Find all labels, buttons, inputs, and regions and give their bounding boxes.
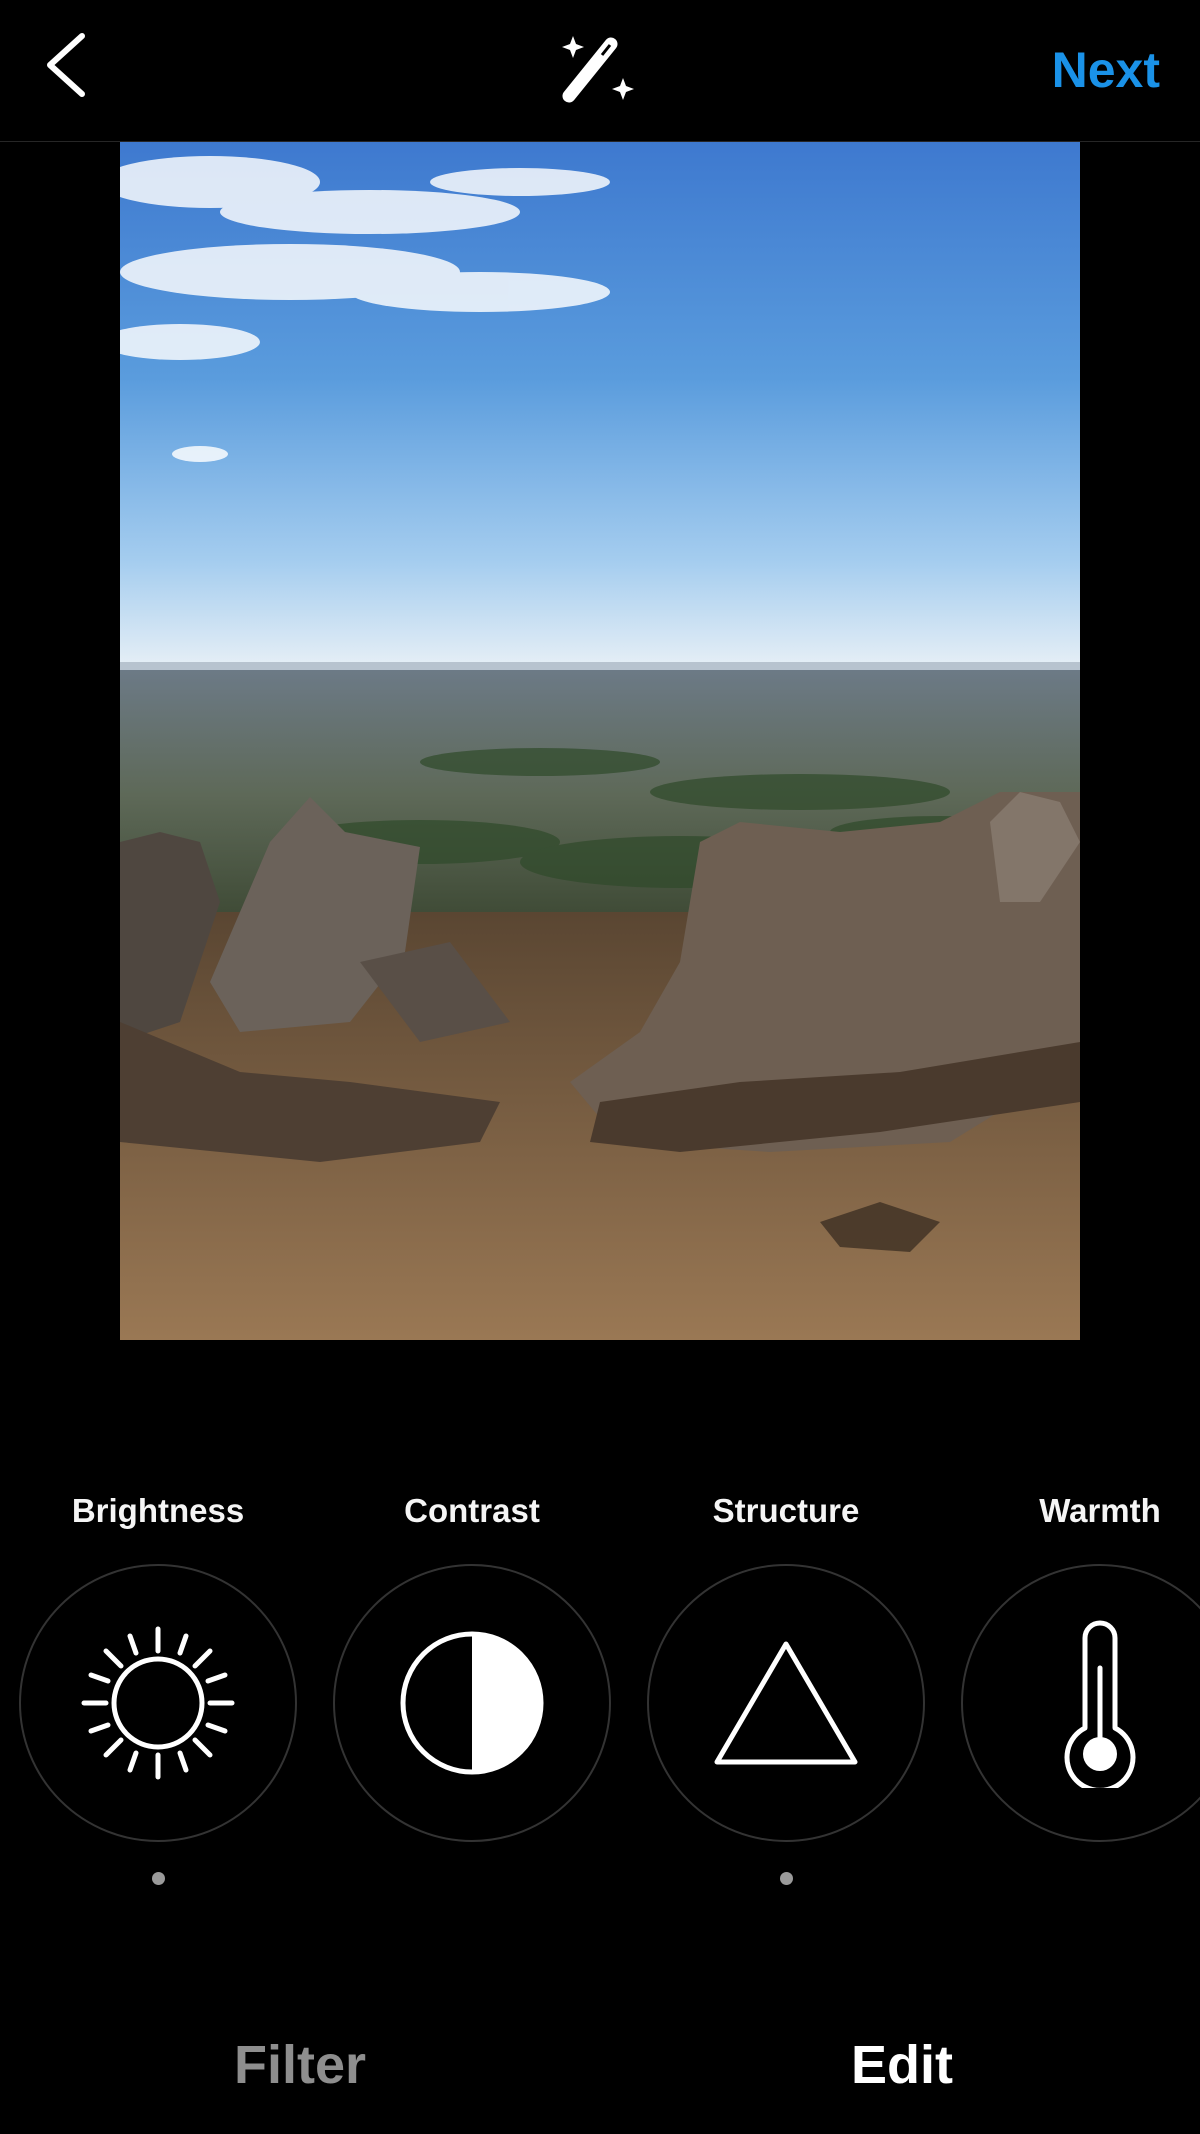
- triangle-icon: [714, 1641, 858, 1765]
- photo-editor-screen: Next Brightness Contrast Structure Warmt…: [0, 0, 1200, 2134]
- back-button[interactable]: [30, 20, 100, 110]
- half-circle-icon: [400, 1631, 544, 1775]
- tool-brightness[interactable]: Brightness: [13, 1480, 303, 1900]
- tool-label-brightness: Brightness: [71, 1492, 245, 1529]
- photo-preview: [120, 142, 1080, 1340]
- tool-structure[interactable]: Structure: [641, 1480, 931, 1900]
- sun-icon: [81, 1626, 235, 1780]
- tool-label-contrast: Contrast: [404, 1492, 540, 1529]
- top-bar: Next: [0, 0, 1200, 142]
- adjusted-indicator-dot: [152, 1872, 165, 1885]
- tool-button-brightness[interactable]: [19, 1564, 297, 1842]
- landscape-photo: [120, 142, 1080, 1340]
- tool-button-contrast[interactable]: [333, 1564, 611, 1842]
- chevron-left-icon: [47, 33, 85, 97]
- tab-edit[interactable]: Edit: [702, 2020, 1102, 2110]
- tool-warmth[interactable]: Warmth: [955, 1480, 1200, 1900]
- tool-contrast[interactable]: Contrast: [327, 1480, 617, 1900]
- tool-button-warmth[interactable]: [961, 1564, 1200, 1842]
- bottom-tab-bar: Filter Edit: [0, 2020, 1200, 2110]
- tool-label-structure: Structure: [712, 1492, 860, 1529]
- thermometer-icon: [1064, 1620, 1136, 1788]
- adjustment-tools-row: Brightness Contrast Structure Warmth: [0, 1480, 1200, 1900]
- tab-filter[interactable]: Filter: [100, 2020, 500, 2110]
- magic-wand-icon: [562, 36, 634, 103]
- adjusted-indicator-dot: [780, 1872, 793, 1885]
- tool-button-structure[interactable]: [647, 1564, 925, 1842]
- magic-wand-button[interactable]: [553, 26, 639, 112]
- tool-label-warmth: Warmth: [1039, 1492, 1161, 1529]
- next-button[interactable]: Next: [1052, 34, 1160, 106]
